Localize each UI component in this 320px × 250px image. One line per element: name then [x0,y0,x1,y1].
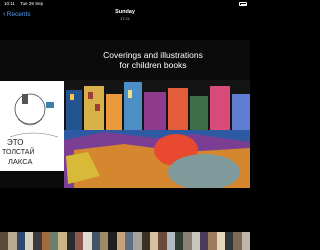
photo-headline-line1: Coverings and illustrations [103,50,203,60]
painting-illustration [64,80,250,188]
filmstrip-thumbnail[interactable] [116,232,125,250]
photo-headline: Coverings and illustrations for children… [68,50,238,70]
sketch-illustration: ЭТО ТОЛСТАЙ ЛАКСА [0,81,64,171]
filmstrip-thumbnail[interactable] [149,232,159,250]
filmstrip-thumbnail[interactable] [108,232,117,250]
filmstrip-thumbnail[interactable] [24,232,34,250]
filmstrip-thumbnail[interactable] [216,232,225,250]
sketch-lettering-line2: ТОЛСТАЙ [2,147,35,156]
photo-viewer[interactable]: Coverings and illustrations for children… [0,40,250,188]
filmstrip-thumbnail[interactable] [241,232,250,250]
nav-subtitle: 17:21 [119,16,130,21]
filmstrip-thumbnail[interactable] [33,232,42,250]
sketch-lettering: ЭТО ТОЛСТАЙ ЛАКСА [2,138,35,166]
filmstrip-thumbnail[interactable] [74,232,84,250]
filmstrip-thumbnail[interactable] [66,232,75,250]
sketch-lettering-line1: ЭТО [7,138,24,147]
filmstrip-thumbnail[interactable] [124,232,134,250]
filmstrip-thumbnail[interactable] [49,232,59,250]
battery-icon [239,2,247,6]
filmstrip-thumbnail[interactable] [16,232,25,250]
status-time: 10:11 [4,1,15,6]
filmstrip-thumbnail[interactable] [0,232,9,250]
status-bar: 10:11 Tue 29 Sep [0,0,250,8]
filmstrip-thumbnail[interactable] [199,232,209,250]
filmstrip-thumbnail[interactable] [133,232,142,250]
filmstrip-thumbnail[interactable] [141,232,150,250]
filmstrip-thumbnail[interactable] [224,232,234,250]
filmstrip-thumbnail[interactable] [58,232,67,250]
sketch-lettering-line3: ЛАКСА [8,157,32,166]
filmstrip-thumbnail[interactable] [83,232,92,250]
filmstrip-thumbnail[interactable] [91,232,100,250]
navigation-bar: ‹ Recents Sunday 17:21 [0,8,250,24]
photo-headline-line2: for children books [119,60,187,70]
filmstrip-thumbnail[interactable] [208,232,217,250]
filmstrip-thumbnail[interactable] [174,232,184,250]
filmstrip-thumbnail[interactable] [41,232,50,250]
filmstrip-thumbnail[interactable] [183,232,192,250]
filmstrip-thumbnail[interactable] [8,232,17,250]
filmstrip-thumbnail[interactable] [233,232,242,250]
nav-title: Sunday [115,9,135,15]
filmstrip-thumbnail[interactable] [158,232,167,250]
photo-filmstrip[interactable] [0,232,250,250]
filmstrip-thumbnail[interactable] [99,232,109,250]
status-date: Tue 29 Sep [20,1,44,6]
filmstrip-thumbnail[interactable] [166,232,175,250]
filmstrip-thumbnail[interactable] [191,232,200,250]
